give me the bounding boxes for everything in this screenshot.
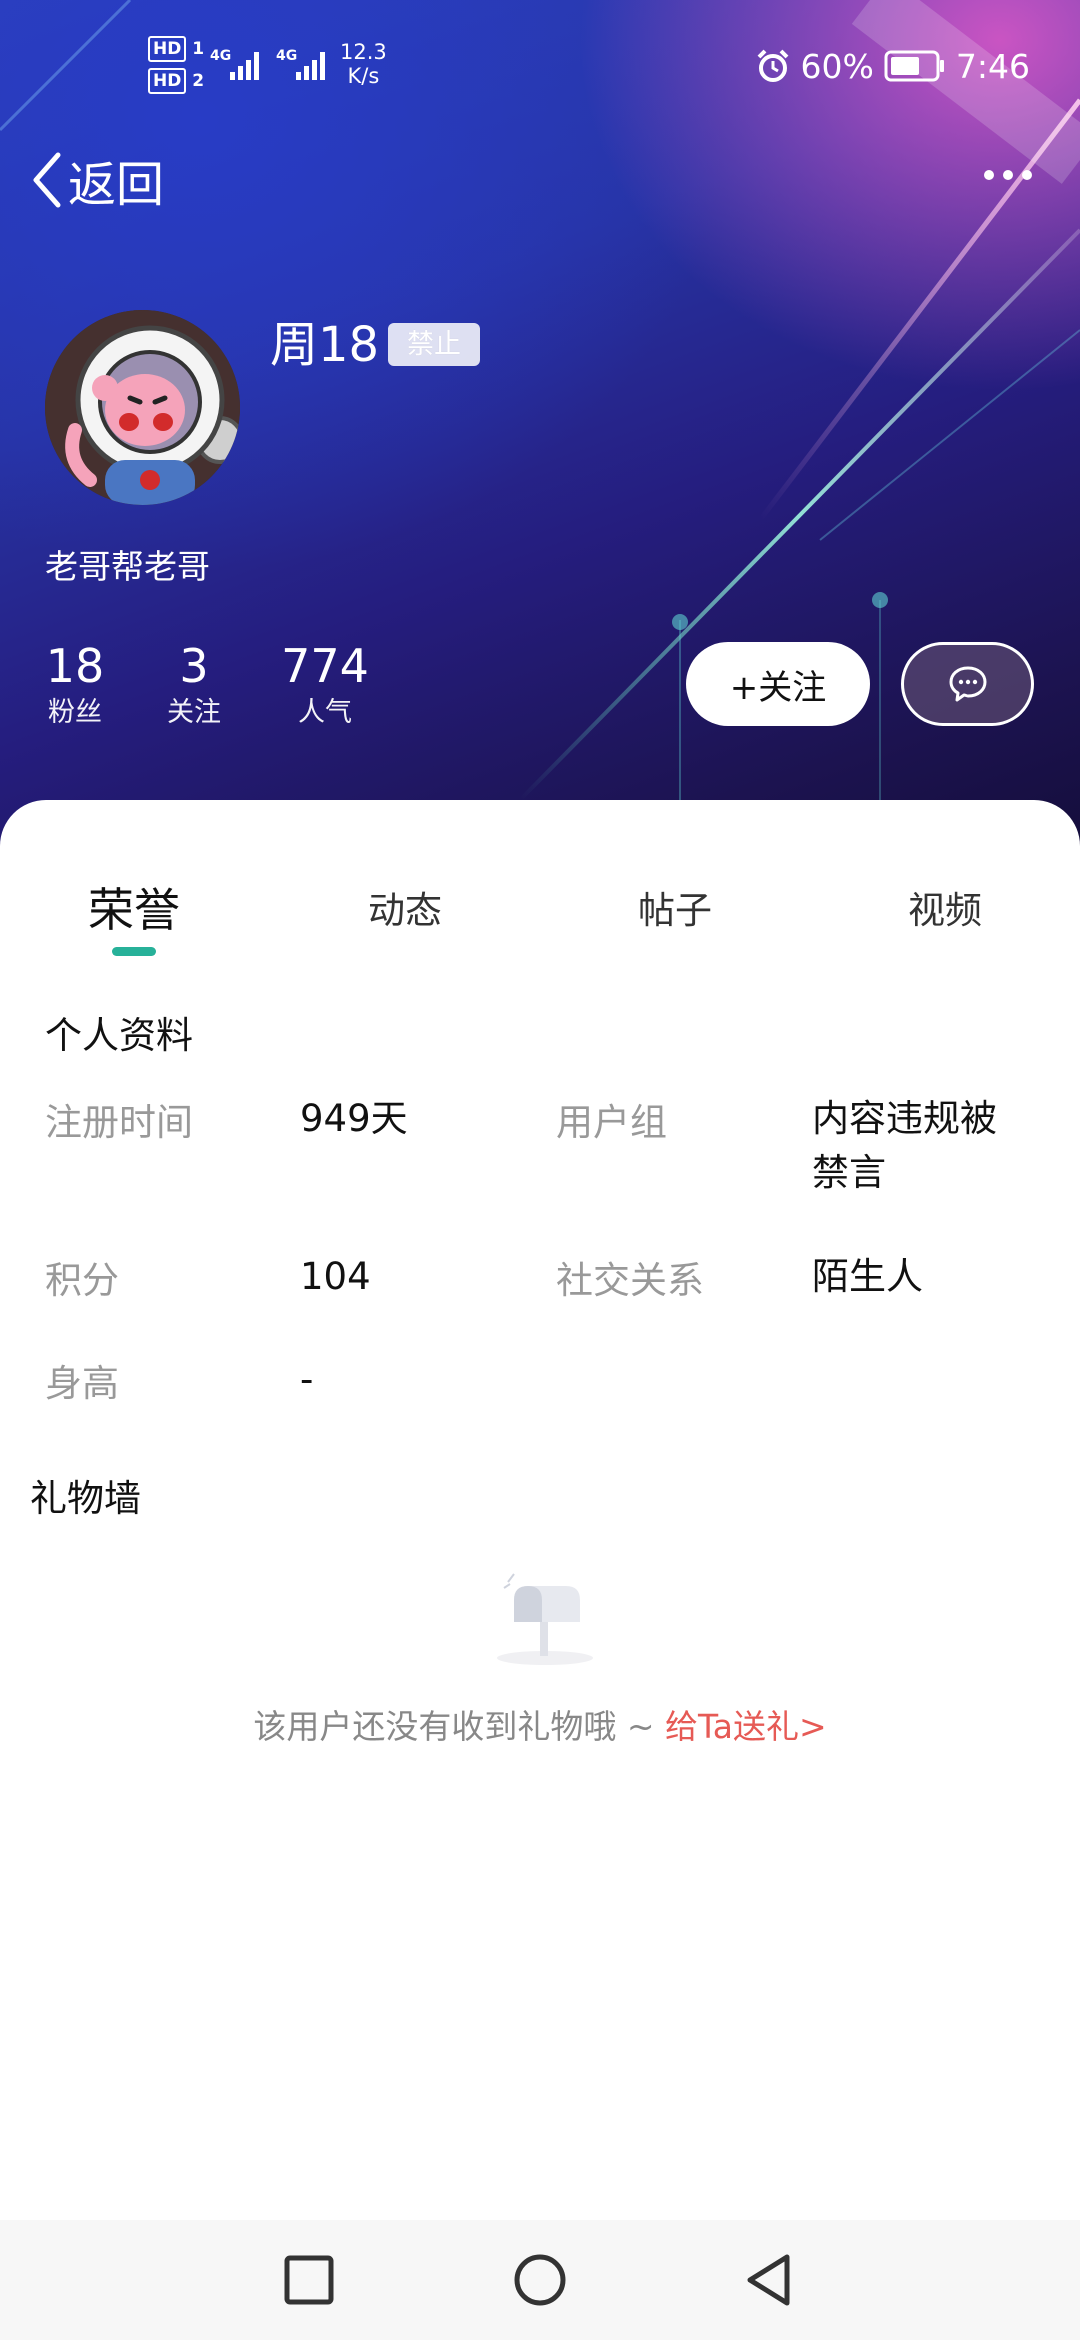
battery-percent: 60% (800, 46, 874, 86)
speed-unit: K/s (347, 64, 380, 88)
speed-value: 12.3 (340, 40, 387, 64)
tab-activity[interactable]: 动态 (368, 880, 442, 934)
follow-button[interactable]: +关注 (686, 642, 870, 726)
astronaut-avatar-image (45, 310, 240, 505)
svg-text:4G: 4G (276, 48, 297, 64)
relation-value: 陌生人 (812, 1255, 923, 1298)
status-badge: 禁止 (388, 323, 480, 366)
height-label: 身高 (45, 1362, 119, 1405)
signal-icon: 4G 4G (210, 44, 330, 88)
home-icon[interactable] (510, 2250, 570, 2314)
clock-time: 7:46 (955, 46, 1030, 86)
user-signature: 老哥帮老哥 (45, 547, 210, 586)
mailbox-icon (490, 1570, 600, 1674)
stat-popularity: 774 人气 (280, 638, 370, 732)
back-icon[interactable] (742, 2250, 796, 2314)
chat-bubble-icon (949, 666, 986, 702)
gift-wall-title: 礼物墙 (30, 1477, 141, 1520)
points-label: 积分 (45, 1259, 119, 1302)
back-label: 返回 (68, 157, 165, 213)
gift-empty-message: 该用户还没有收到礼物哦 ~ 给Ta送礼> (0, 1700, 1080, 1748)
followers-count: 18 (45, 639, 105, 693)
message-button[interactable] (901, 642, 1034, 726)
profile-info-title: 个人资料 (45, 1014, 193, 1057)
status-bar: HD 1 HD 2 4G 4G 12.3 K/s 60% 7:46 (0, 0, 1080, 130)
username: 周18 (270, 317, 380, 373)
recent-apps-icon[interactable] (282, 2250, 336, 2314)
svg-text:4G: 4G (210, 48, 231, 64)
user-group-label: 用户组 (556, 1101, 667, 1144)
status-badge-label: 禁止 (407, 329, 461, 360)
user-group-value: 内容违规被 禁言 (812, 1092, 997, 1200)
stat-following[interactable]: 3 关注 (164, 638, 224, 732)
avatar[interactable] (45, 310, 240, 505)
user-group-value-line2: 禁言 (812, 1151, 886, 1194)
points-value: 104 (300, 1255, 371, 1298)
register-time-value: 949天 (300, 1097, 408, 1140)
content-card: 荣誉 动态 帖子 视频 个人资料 注册时间 949天 用户组 内容违规被 禁言 … (0, 800, 1080, 2220)
register-time-label: 注册时间 (45, 1101, 193, 1144)
chevron-left-icon (33, 152, 61, 208)
tab-bar: 荣誉 动态 帖子 视频 (0, 880, 1080, 960)
gift-empty-text: 该用户还没有收到礼物哦 ~ (253, 1707, 666, 1746)
tab-honor[interactable]: 荣誉 (88, 874, 180, 940)
sim1-label: 1 (192, 39, 205, 59)
popularity-label: 人气 (298, 697, 352, 728)
back-button[interactable]: 返回 (30, 150, 164, 213)
following-label: 关注 (167, 697, 221, 728)
alarm-icon (757, 49, 788, 82)
popularity-count: 774 (281, 639, 369, 693)
stat-followers[interactable]: 18 粉丝 (45, 638, 105, 732)
followers-label: 粉丝 (48, 697, 102, 728)
send-gift-link[interactable]: 给Ta送礼> (665, 1707, 827, 1746)
battery-icon (884, 50, 944, 82)
relation-label: 社交关系 (556, 1259, 704, 1302)
following-count: 3 (179, 639, 209, 693)
active-tab-indicator (112, 947, 156, 956)
network-speed: 12.3 K/s (340, 40, 387, 88)
hd1-indicator: HD (148, 36, 187, 62)
height-value: - (300, 1358, 314, 1401)
hd-indicator-group: HD 1 HD 2 (148, 36, 204, 100)
user-group-value-line1: 内容违规被 (812, 1097, 997, 1140)
system-navigation-bar (0, 2220, 1080, 2340)
tab-posts[interactable]: 帖子 (638, 880, 712, 934)
status-right: 60% 7:46 (755, 44, 1030, 88)
hd2-indicator: HD (148, 68, 187, 94)
sim2-label: 2 (192, 71, 205, 91)
tab-videos[interactable]: 视频 (908, 880, 982, 934)
more-dots-icon[interactable] (984, 170, 1032, 180)
